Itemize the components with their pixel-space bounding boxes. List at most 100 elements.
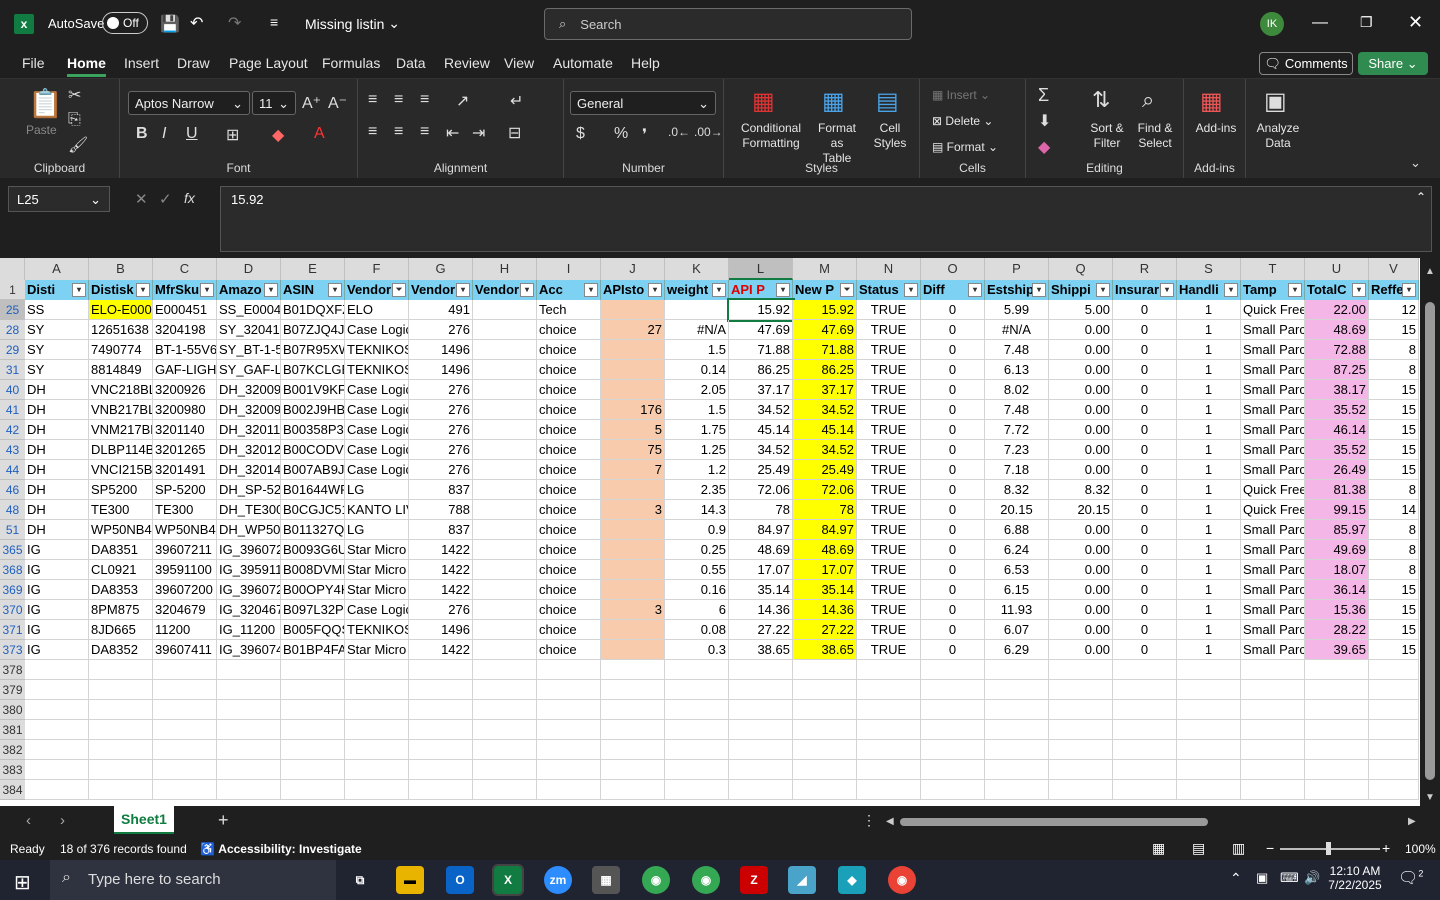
align-left-icon[interactable]: ≡ [368,123,377,141]
empty-cell[interactable] [217,720,281,740]
collapse-ribbon-icon[interactable]: ⌄ [1410,155,1421,171]
empty-cell[interactable] [1113,700,1177,720]
orientation-icon[interactable]: ↗ [456,91,469,111]
table-cell[interactable]: 48.69 [729,540,793,560]
empty-cell[interactable] [665,780,729,800]
delete-cells-button[interactable]: ⊠ Delete ⌄ [932,114,993,129]
table-cell[interactable]: BT-1-55V6 [153,340,217,360]
empty-cell[interactable] [537,780,601,800]
tab-review[interactable]: Review [444,55,490,71]
table-cell[interactable]: 0 [921,500,985,520]
table-cell[interactable]: B00CODV [281,440,345,460]
table-cell[interactable]: 5.00 [1049,300,1113,320]
filter-dropdown-icon[interactable]: ▾ [648,283,662,297]
table-cell[interactable]: Small Parc [1241,620,1305,640]
cell-styles-button[interactable]: Cell Styles [866,121,914,151]
empty-cell[interactable] [665,720,729,740]
table-header-cell[interactable]: Estship ▾ [985,280,1049,300]
empty-cell[interactable] [601,660,665,680]
empty-cell[interactable] [537,740,601,760]
table-cell[interactable]: Quick Free [1241,300,1305,320]
table-cell[interactable]: IG_395911 [217,560,281,580]
table-cell[interactable]: 0 [921,620,985,640]
empty-cell[interactable] [1177,660,1241,680]
column-header-b[interactable]: B [89,258,153,280]
table-cell[interactable]: SY_320419 [217,320,281,340]
table-cell[interactable]: 6.13 [985,360,1049,380]
table-cell[interactable]: VNCI215BL [89,460,153,480]
empty-cell[interactable] [89,720,153,740]
table-cell[interactable]: 6.24 [985,540,1049,560]
empty-cell[interactable] [729,740,793,760]
table-cell[interactable]: DH [25,520,89,540]
row-header[interactable]: 384 [0,780,25,800]
table-cell[interactable]: 78 [793,500,857,520]
paste-icon[interactable]: 📋 [28,87,63,120]
table-cell[interactable]: 788 [409,500,473,520]
table-cell[interactable]: 0 [921,400,985,420]
row-header[interactable]: 28 [0,320,25,340]
table-cell[interactable]: choice [537,520,601,540]
table-cell[interactable]: 5.99 [985,300,1049,320]
sort-filter-icon[interactable]: ⇅ [1092,87,1110,113]
table-cell[interactable]: 0.00 [1049,460,1113,480]
table-cell[interactable]: 3204198 [153,320,217,340]
empty-cell[interactable] [793,680,857,700]
table-cell[interactable]: choice [537,480,601,500]
table-cell[interactable]: choice [537,380,601,400]
comments-button[interactable]: 🗨 Comments [1259,52,1353,75]
table-cell[interactable]: choice [537,360,601,380]
empty-cell[interactable] [281,720,345,740]
empty-cell[interactable] [217,680,281,700]
column-header-c[interactable]: C [153,258,217,280]
table-cell[interactable]: 8 [1369,540,1419,560]
table-cell[interactable]: SP-5200 [153,480,217,500]
table-cell[interactable]: 1 [1177,320,1241,340]
row-header[interactable]: 44 [0,460,25,480]
table-cell[interactable]: 1.5 [665,400,729,420]
table-cell[interactable]: 72.06 [729,480,793,500]
empty-cell[interactable] [473,780,537,800]
app-diamond-icon[interactable]: ◆ [838,866,866,894]
wrap-text-icon[interactable]: ↵ [510,91,523,111]
table-cell[interactable]: choice [537,580,601,600]
copy-icon[interactable]: ⎘ [68,111,81,129]
table-cell[interactable]: 2.35 [665,480,729,500]
table-header-cell[interactable]: Status ▾ [857,280,921,300]
empty-cell[interactable] [921,760,985,780]
table-cell[interactable]: 3201140 [153,420,217,440]
empty-cell[interactable] [1049,780,1113,800]
table-cell[interactable]: choice [537,540,601,560]
table-cell[interactable]: 15.92 [727,298,795,322]
tab-data[interactable]: Data [396,55,426,71]
table-cell[interactable]: TRUE [857,460,921,480]
empty-cell[interactable] [857,760,921,780]
filter-dropdown-icon[interactable]: ▾ [712,283,726,297]
empty-cell[interactable] [601,680,665,700]
tab-formulas[interactable]: Formulas [322,55,380,71]
table-cell[interactable]: 1496 [409,620,473,640]
table-cell[interactable]: 8 [1369,340,1419,360]
chrome-profile-icon[interactable]: ◉ [692,866,720,894]
table-cell[interactable]: 37.17 [729,380,793,400]
row-header[interactable]: 31 [0,360,25,380]
empty-cell[interactable] [1369,760,1419,780]
empty-cell[interactable] [473,720,537,740]
empty-cell[interactable] [217,700,281,720]
table-cell[interactable]: CL0921 [89,560,153,580]
scroll-right-icon[interactable]: ▶ [1408,816,1416,827]
table-cell[interactable]: 1 [1177,500,1241,520]
table-cell[interactable]: 34.52 [729,400,793,420]
table-cell[interactable]: DH_320126 [217,440,281,460]
table-cell[interactable]: 15 [1369,400,1419,420]
fill-color-icon[interactable]: ◆ [272,125,284,145]
font-name-select[interactable]: Aptos Narrow ⌄ [128,91,250,115]
table-cell[interactable]: 0 [921,540,985,560]
find-select-button[interactable]: Find & Select [1130,121,1180,151]
empty-cell[interactable] [89,680,153,700]
table-cell[interactable]: 14 [1369,500,1419,520]
row-header[interactable]: 40 [0,380,25,400]
empty-cell[interactable] [729,660,793,680]
table-cell[interactable] [473,620,537,640]
empty-cell[interactable] [793,700,857,720]
